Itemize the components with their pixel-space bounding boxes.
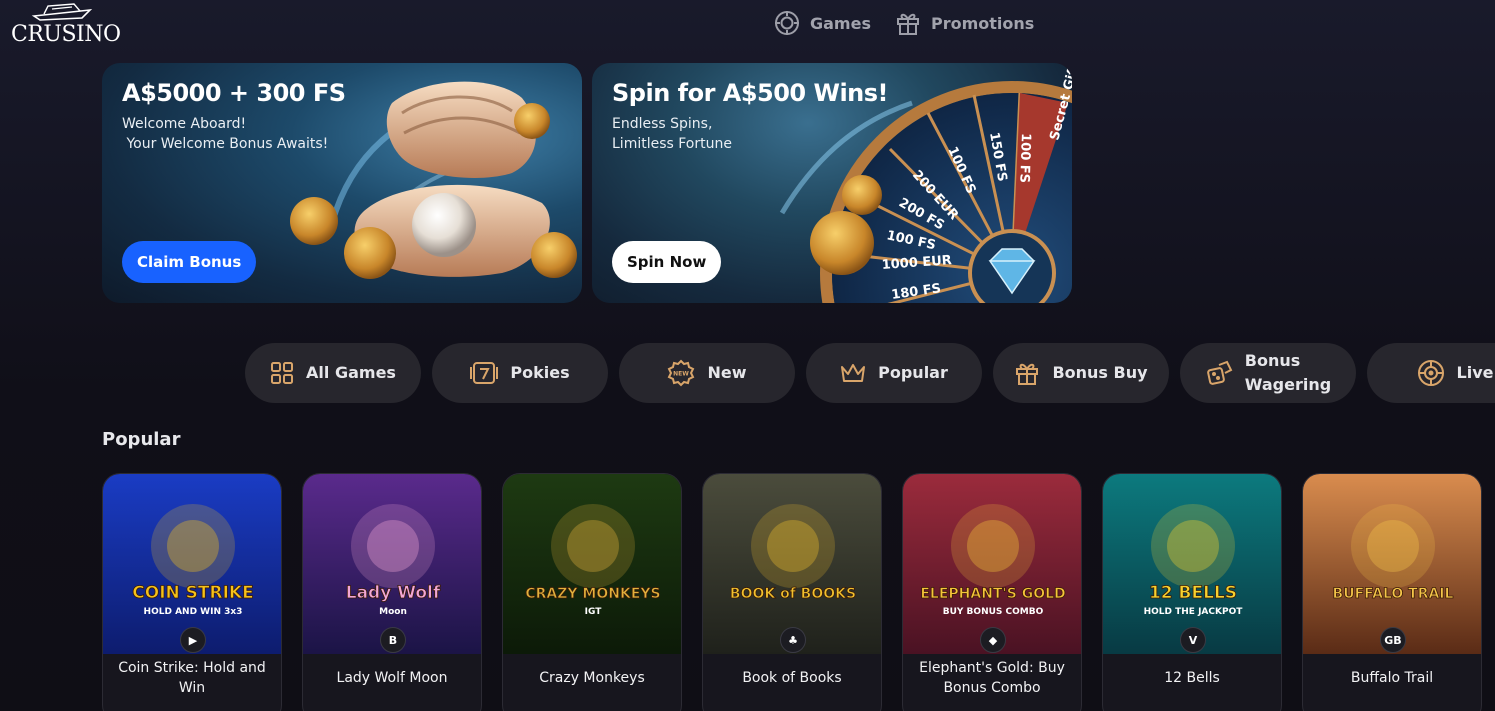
target-icon bbox=[775, 11, 799, 35]
logo-text: CRUSINO bbox=[11, 22, 121, 47]
claim-bonus-button[interactable]: Claim Bonus bbox=[122, 241, 257, 283]
game-card[interactable]: COIN STRIKE HOLD AND WIN 3x3 ▶ Coin Strike:… bbox=[102, 473, 282, 711]
game-card[interactable]: 12 BELLS HOLD THE JACKPOT V 12 Bells bbox=[1102, 473, 1282, 711]
game-thumbnail: CRAZY MONKEYS IGT bbox=[503, 474, 681, 654]
gift-icon bbox=[1014, 360, 1040, 386]
provider-badge: B bbox=[380, 627, 406, 653]
category-tabs: All Games Pokies NEW New Popular Bonus B… bbox=[245, 343, 1495, 403]
game-logo-subtext: Moon bbox=[379, 607, 407, 617]
game-title: 12 Bells bbox=[1164, 670, 1220, 686]
new-badge-icon: NEW bbox=[667, 359, 695, 387]
category-label: Live bbox=[1456, 363, 1494, 382]
game-logo-text: 12 BELLS bbox=[1149, 583, 1237, 603]
category-bonus-wagering[interactable]: Bonus Wagering bbox=[1180, 343, 1356, 403]
banner-subtitle: Welcome Aboard! Your Welcome Bonus Await… bbox=[122, 116, 329, 152]
game-title: Coin Strike: Hold and Win bbox=[118, 660, 266, 696]
game-logo-text: BOOK of BOOKS bbox=[730, 586, 856, 602]
game-title: Lady Wolf Moon bbox=[336, 670, 448, 686]
category-label: Pokies bbox=[510, 363, 570, 382]
game-logo-subtext: IGT bbox=[585, 607, 603, 617]
category-label: Bonus Buy bbox=[1052, 363, 1148, 382]
ship-icon bbox=[31, 3, 93, 21]
nav-games-label: Games bbox=[810, 13, 871, 33]
game-card[interactable]: CRAZY MONKEYS IGT Crazy Monkeys bbox=[502, 473, 682, 711]
game-logo-text: BUFFALO TRAIL bbox=[1333, 586, 1454, 602]
popular-section-title: Popular bbox=[102, 429, 181, 450]
nav-games[interactable]: Games bbox=[774, 8, 871, 38]
banner-title: Spin for A$500 Wins! bbox=[612, 79, 889, 107]
game-card[interactable]: BUFFALO TRAIL GB Buffalo Trail bbox=[1302, 473, 1482, 711]
crusino-logo[interactable]: CRUSINO bbox=[8, 0, 121, 52]
provider-badge: V bbox=[1180, 627, 1206, 653]
banner-title: A$5000 + 300 FS bbox=[122, 79, 346, 107]
game-card[interactable]: ELEPHANT'S GOLD BUY BONUS COMBO ◆ Elephant'… bbox=[902, 473, 1082, 711]
game-logo-text: COIN STRIKE bbox=[132, 583, 253, 603]
dice-icon bbox=[1205, 359, 1233, 387]
provider-badge: ▶ bbox=[180, 627, 206, 653]
game-title: Crazy Monkeys bbox=[539, 670, 645, 686]
crown-icon bbox=[840, 361, 866, 385]
category-new[interactable]: NEW New bbox=[619, 343, 795, 403]
banner-subtitle: Endless Spins, Limitless Fortune bbox=[612, 116, 732, 152]
nav-promotions-label: Promotions bbox=[930, 13, 1035, 33]
game-title: Book of Books bbox=[742, 670, 842, 686]
game-title: Buffalo Trail bbox=[1350, 670, 1434, 686]
game-logo-subtext: BUY BONUS COMBO bbox=[943, 607, 1044, 617]
game-logo-subtext: HOLD THE JACKPOT bbox=[1144, 607, 1244, 617]
svg-text:NEW: NEW bbox=[674, 371, 690, 378]
seven-icon bbox=[470, 361, 499, 385]
popular-games-row: COIN STRIKE HOLD AND WIN 3x3 ▶ Coin Strike:… bbox=[102, 473, 1482, 711]
game-title: Elephant's Gold: Buy Bonus Combo bbox=[919, 660, 1065, 696]
category-live[interactable]: Live bbox=[1367, 343, 1495, 403]
game-logo-text: CRAZY MONKEYS bbox=[525, 586, 660, 602]
category-popular[interactable]: Popular bbox=[806, 343, 982, 403]
category-label: All Games bbox=[306, 363, 396, 382]
category-bonus-buy[interactable]: Bonus Buy bbox=[993, 343, 1169, 403]
gift-icon bbox=[896, 13, 919, 35]
game-card[interactable]: BOOK of BOOKS ♣ Book of Books bbox=[702, 473, 882, 711]
category-label: New bbox=[707, 363, 747, 382]
wheel-label-100fs-c: 100 FS bbox=[1016, 133, 1033, 183]
provider-badge: ♣ bbox=[780, 627, 806, 653]
category-label: Popular bbox=[878, 363, 948, 382]
game-logo-text: Lady Wolf bbox=[346, 583, 441, 603]
game-logo-subtext: HOLD AND WIN 3x3 bbox=[144, 607, 243, 617]
provider-badge: ◆ bbox=[980, 627, 1006, 653]
welcome-bonus-banner[interactable]: A$5000 + 300 FS Welcome Aboard! Your Wel… bbox=[102, 63, 582, 303]
spin-wheel-banner[interactable]: 180 FS 1000 EUR 100 FS 200 FS 200 EUR 10… bbox=[592, 63, 1072, 303]
roulette-icon bbox=[1417, 359, 1445, 387]
game-logo-text: ELEPHANT'S GOLD bbox=[920, 586, 1065, 602]
grid-icon bbox=[270, 361, 294, 385]
top-navigation: Games Promotions bbox=[774, 8, 1034, 38]
category-pokies[interactable]: Pokies bbox=[432, 343, 608, 403]
game-card[interactable]: Lady Wolf Moon B Lady Wolf Moon bbox=[302, 473, 482, 711]
provider-badge: GB bbox=[1380, 627, 1406, 653]
nav-promotions[interactable]: Promotions bbox=[895, 8, 1034, 38]
spin-now-button[interactable]: Spin Now bbox=[612, 241, 722, 283]
category-label: Bonus Wagering bbox=[1244, 351, 1332, 394]
category-all-games[interactable]: All Games bbox=[245, 343, 421, 403]
